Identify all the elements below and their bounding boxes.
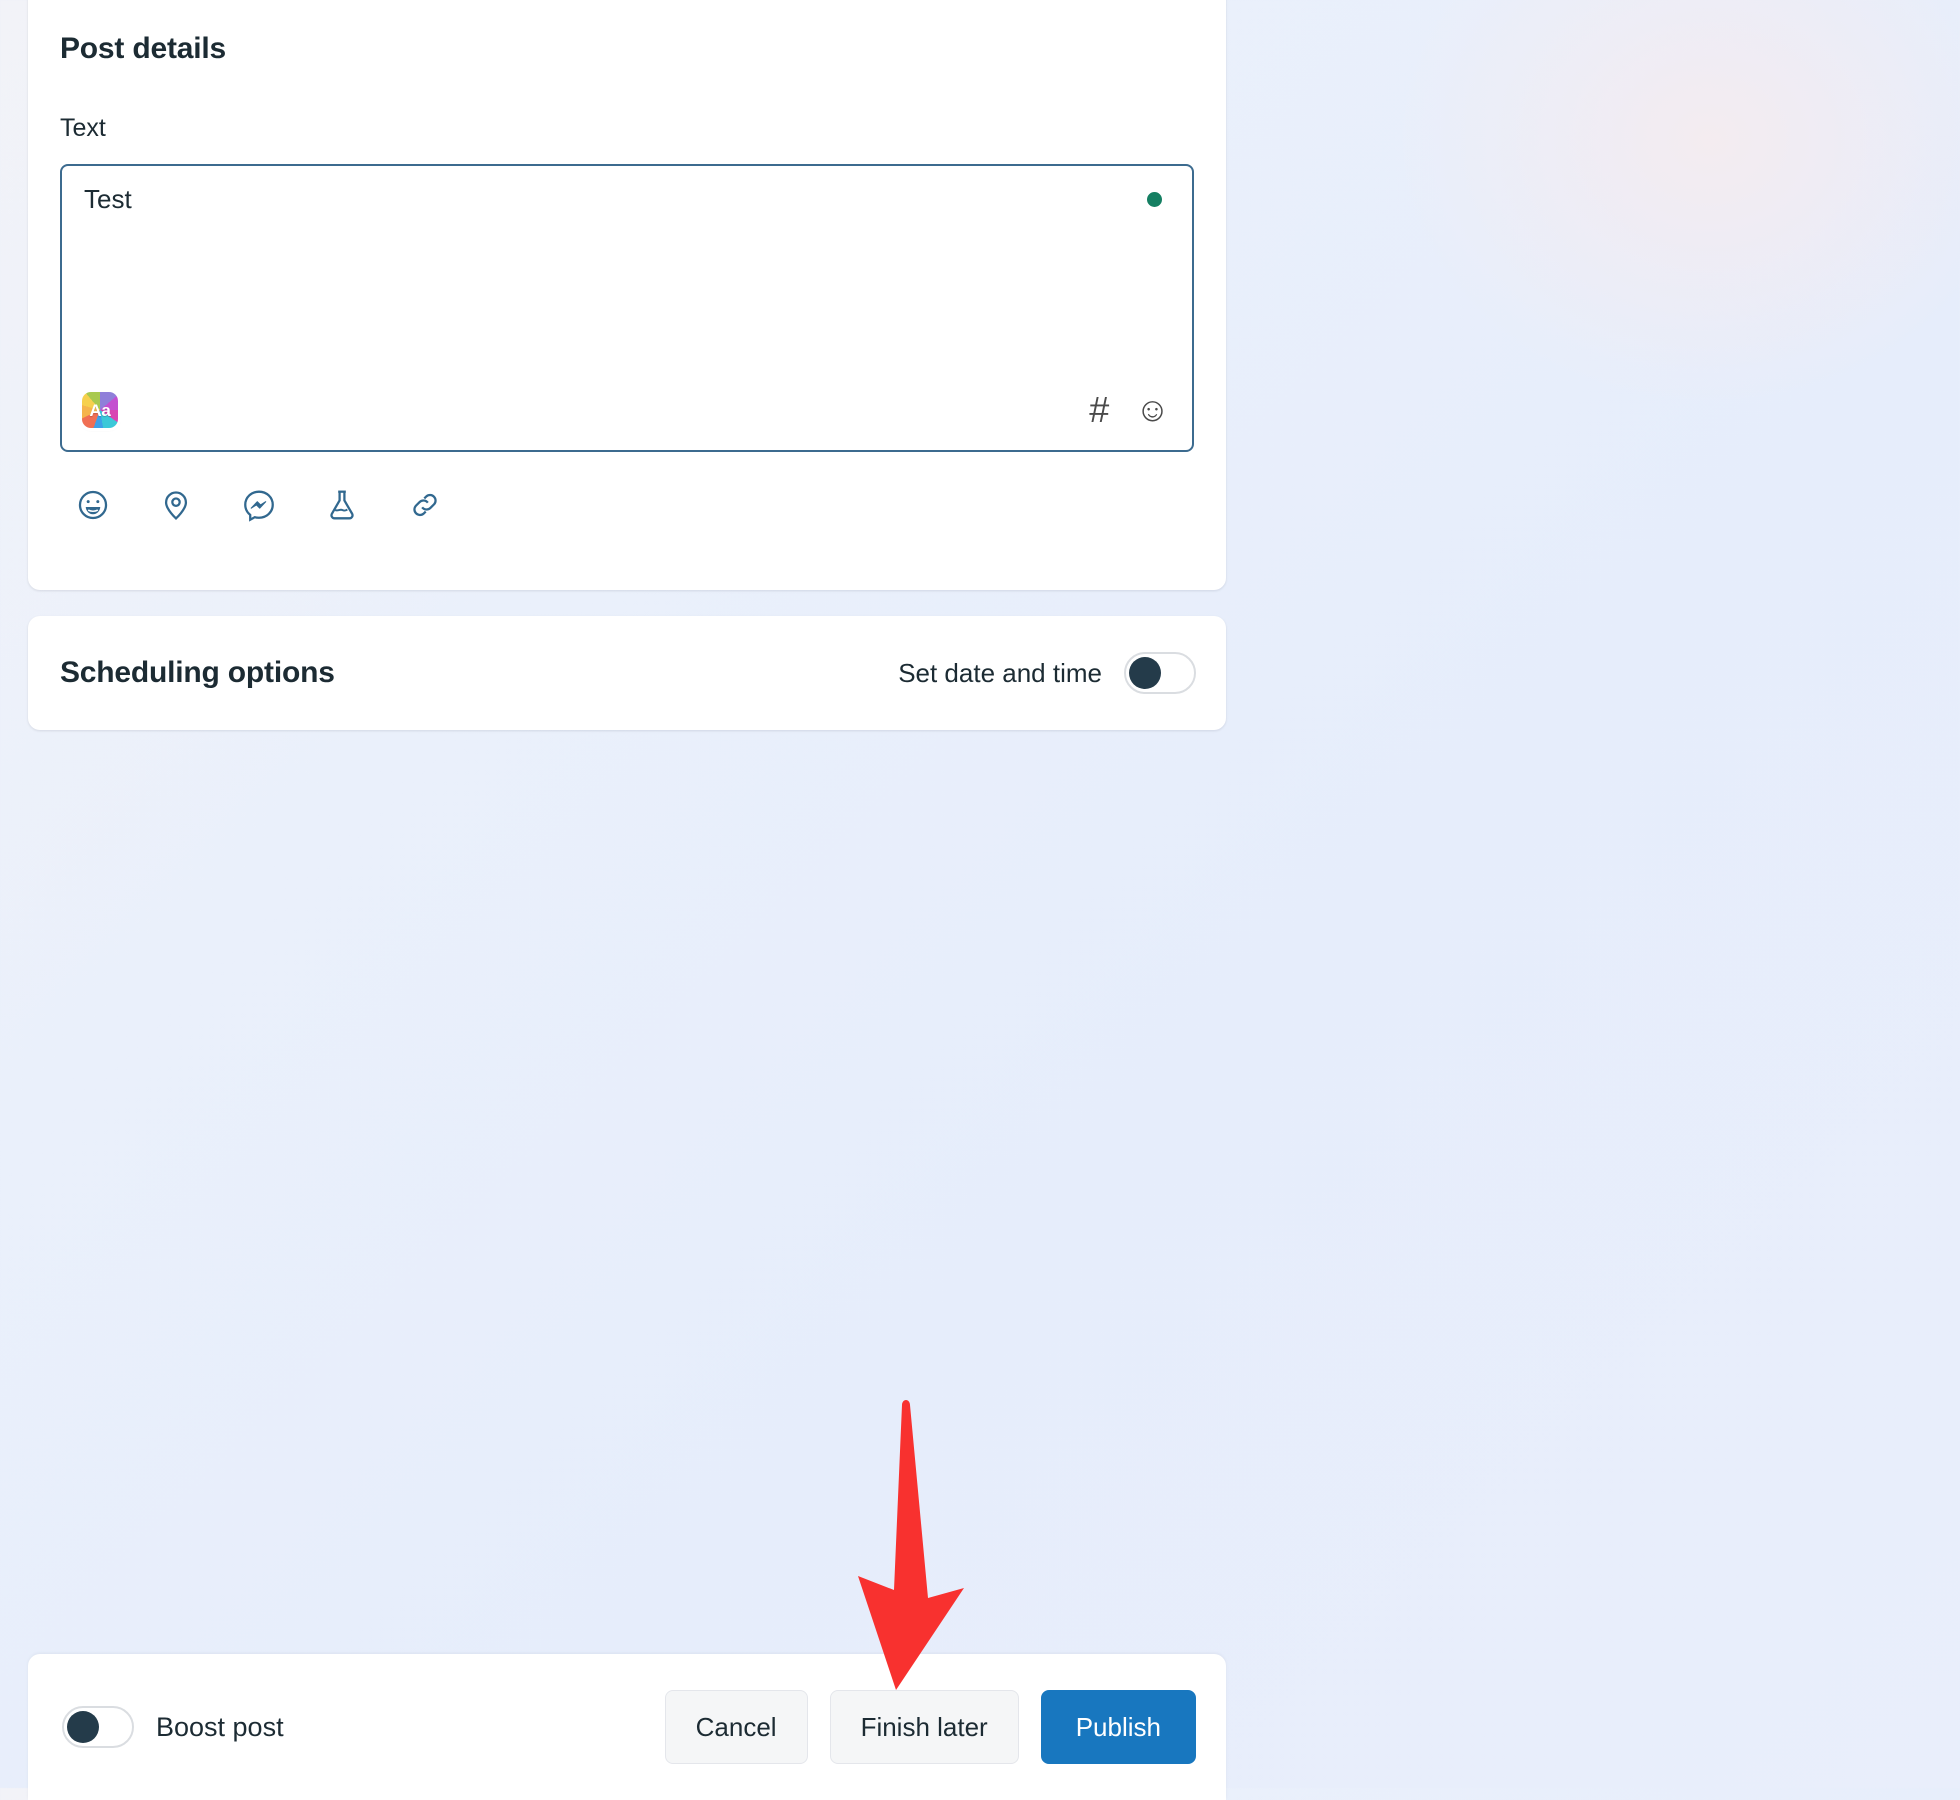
boost-post-toggle-knob — [67, 1711, 99, 1743]
background-bloom — [1260, 0, 1960, 520]
set-date-time-label: Set date and time — [898, 657, 1102, 688]
post-text-value: Test — [84, 184, 132, 214]
cancel-button[interactable]: Cancel — [664, 1690, 808, 1764]
messenger-icon[interactable] — [242, 488, 276, 522]
publish-button[interactable]: Publish — [1040, 1690, 1196, 1764]
set-date-time-toggle[interactable] — [1124, 652, 1196, 694]
scheduling-options-card: Scheduling options Set date and time — [28, 616, 1226, 730]
action-bar: Boost post Cancel Finish later Publish — [28, 1654, 1226, 1800]
app-column: Post details Text Test Aa # ☺ Scheduling… — [0, 0, 1254, 1800]
post-details-card: Post details Text Test Aa # ☺ — [28, 0, 1226, 590]
aa-text-style-icon[interactable]: Aa — [82, 392, 118, 428]
location-pin-icon[interactable] — [159, 488, 193, 522]
feeling-activity-icon[interactable] — [76, 488, 110, 522]
action-buttons: Cancel Finish later Publish — [664, 1690, 1196, 1764]
post-details-inner: Post details Text Test Aa # ☺ — [28, 0, 1226, 522]
set-date-time-toggle-knob — [1129, 657, 1161, 689]
post-text-input[interactable]: Test Aa # ☺ — [60, 164, 1194, 452]
set-date-time-group: Set date and time — [898, 652, 1196, 694]
boost-post-toggle[interactable] — [62, 1706, 134, 1748]
hashtag-icon[interactable]: # — [1089, 392, 1109, 428]
finish-later-button[interactable]: Finish later — [829, 1690, 1019, 1764]
link-icon[interactable] — [408, 488, 442, 522]
page-title: Post details — [60, 32, 226, 65]
scheduling-options-title: Scheduling options — [60, 656, 335, 689]
aa-text-style-label: Aa — [89, 400, 111, 420]
boost-post-label: Boost post — [156, 1711, 284, 1742]
boost-post-group: Boost post — [62, 1706, 284, 1748]
saved-status-dot — [1147, 192, 1162, 207]
text-field-label: Text — [60, 114, 106, 142]
experiment-flask-icon[interactable] — [325, 488, 359, 522]
attachment-toolbar — [60, 488, 1194, 522]
composer-footer: Aa # ☺ — [62, 370, 1192, 450]
composer-tools: # ☺ — [1089, 392, 1170, 428]
emoji-icon[interactable]: ☺ — [1135, 393, 1170, 427]
